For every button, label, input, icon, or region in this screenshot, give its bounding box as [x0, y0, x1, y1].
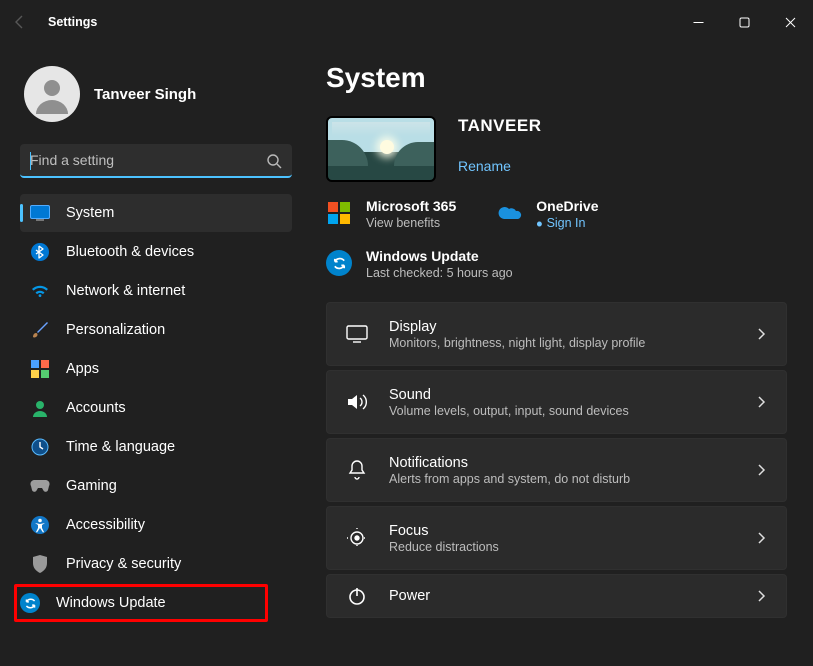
status-sub: View benefits — [366, 216, 456, 230]
sidebar-item-label: Network & internet — [66, 283, 185, 299]
status-update[interactable]: Windows Update Last checked: 5 hours ago — [326, 248, 787, 280]
sidebar-item-label: Gaming — [66, 478, 117, 494]
sound-icon — [345, 390, 369, 414]
profile-name: Tanveer Singh — [94, 86, 196, 103]
search-input[interactable] — [20, 144, 292, 176]
sidebar-item-privacy[interactable]: Privacy & security — [20, 545, 292, 583]
card-sub: Volume levels, output, input, sound devi… — [389, 404, 734, 418]
wifi-icon — [30, 281, 50, 301]
sidebar-item-label: Windows Update — [56, 595, 166, 611]
shield-icon — [30, 554, 50, 574]
chevron-right-icon — [754, 463, 768, 477]
window-title: Settings — [48, 15, 97, 29]
sidebar-item-update[interactable]: Windows Update — [14, 584, 268, 622]
sidebar-item-accounts[interactable]: Accounts — [20, 389, 292, 427]
sidebar: Tanveer Singh System Bluetooth & devices — [0, 44, 302, 666]
chevron-right-icon — [754, 589, 768, 603]
card-title: Power — [389, 588, 734, 604]
sidebar-item-label: Time & language — [66, 439, 175, 455]
card-title: Sound — [389, 387, 734, 403]
windows-update-icon — [326, 250, 352, 276]
chevron-right-icon — [754, 395, 768, 409]
desktop-preview-icon[interactable] — [326, 116, 436, 182]
card-sub: Alerts from apps and system, do not dist… — [389, 472, 734, 486]
microsoft-logo-icon — [326, 200, 352, 226]
focus-icon — [345, 526, 369, 550]
system-icon — [30, 203, 50, 223]
status-onedrive[interactable]: OneDrive •Sign In — [496, 198, 598, 230]
profile-block[interactable]: Tanveer Singh — [20, 56, 292, 140]
rename-link[interactable]: Rename — [458, 158, 541, 174]
avatar-icon — [24, 66, 80, 122]
titlebar: Settings — [0, 0, 813, 44]
card-display[interactable]: Display Monitors, brightness, night ligh… — [326, 302, 787, 366]
page-title: System — [326, 62, 787, 94]
sidebar-item-label: Personalization — [66, 322, 165, 338]
status-title: Microsoft 365 — [366, 198, 456, 214]
sidebar-item-apps[interactable]: Apps — [20, 350, 292, 388]
sidebar-item-label: Accessibility — [66, 517, 145, 533]
sidebar-item-label: Privacy & security — [66, 556, 181, 572]
card-title: Notifications — [389, 455, 734, 471]
card-title: Focus — [389, 523, 734, 539]
card-notifications[interactable]: Notifications Alerts from apps and syste… — [326, 438, 787, 502]
status-title: Windows Update — [366, 248, 513, 264]
sidebar-item-bluetooth[interactable]: Bluetooth & devices — [20, 233, 292, 271]
chevron-right-icon — [754, 327, 768, 341]
content-pane: System TANVEER Rename Microsoft 365 View… — [302, 44, 813, 666]
device-summary: TANVEER Rename — [326, 116, 787, 182]
status-sub: Last checked: 5 hours ago — [366, 266, 513, 280]
nav-list: System Bluetooth & devices Network & int… — [20, 194, 292, 622]
status-title: OneDrive — [536, 198, 598, 214]
apps-icon — [30, 359, 50, 379]
minimize-button[interactable] — [675, 6, 721, 38]
sidebar-item-network[interactable]: Network & internet — [20, 272, 292, 310]
display-icon — [345, 322, 369, 346]
onedrive-icon — [496, 200, 522, 226]
close-button[interactable] — [767, 6, 813, 38]
card-sub: Monitors, brightness, night light, displ… — [389, 336, 734, 350]
sidebar-item-label: Apps — [66, 361, 99, 377]
search-field[interactable] — [20, 144, 292, 178]
chevron-right-icon — [754, 531, 768, 545]
sidebar-item-label: Accounts — [66, 400, 126, 416]
sidebar-item-label: Bluetooth & devices — [66, 244, 194, 260]
sidebar-item-accessibility[interactable]: Accessibility — [20, 506, 292, 544]
card-title: Display — [389, 319, 734, 335]
bluetooth-icon — [30, 242, 50, 262]
settings-card-list: Display Monitors, brightness, night ligh… — [326, 302, 787, 618]
power-icon — [345, 584, 369, 608]
sidebar-item-personalization[interactable]: Personalization — [20, 311, 292, 349]
update-icon — [20, 593, 40, 613]
card-sound[interactable]: Sound Volume levels, output, input, soun… — [326, 370, 787, 434]
search-icon — [266, 153, 282, 169]
sidebar-item-time[interactable]: Time & language — [20, 428, 292, 466]
sidebar-item-label: System — [66, 205, 114, 221]
brush-icon — [30, 320, 50, 340]
accessibility-icon — [30, 515, 50, 535]
card-power[interactable]: Power — [326, 574, 787, 618]
card-focus[interactable]: Focus Reduce distractions — [326, 506, 787, 570]
sidebar-item-system[interactable]: System — [20, 194, 292, 232]
accounts-icon — [30, 398, 50, 418]
gamepad-icon — [30, 476, 50, 496]
bell-icon — [345, 458, 369, 482]
sidebar-item-gaming[interactable]: Gaming — [20, 467, 292, 505]
clock-icon — [30, 437, 50, 457]
card-sub: Reduce distractions — [389, 540, 734, 554]
text-caret — [30, 152, 31, 170]
device-name: TANVEER — [458, 116, 541, 136]
status-sub: •Sign In — [536, 216, 598, 230]
window-controls — [675, 6, 813, 38]
back-icon[interactable] — [12, 14, 28, 30]
maximize-button[interactable] — [721, 6, 767, 38]
status-m365[interactable]: Microsoft 365 View benefits — [326, 198, 456, 230]
